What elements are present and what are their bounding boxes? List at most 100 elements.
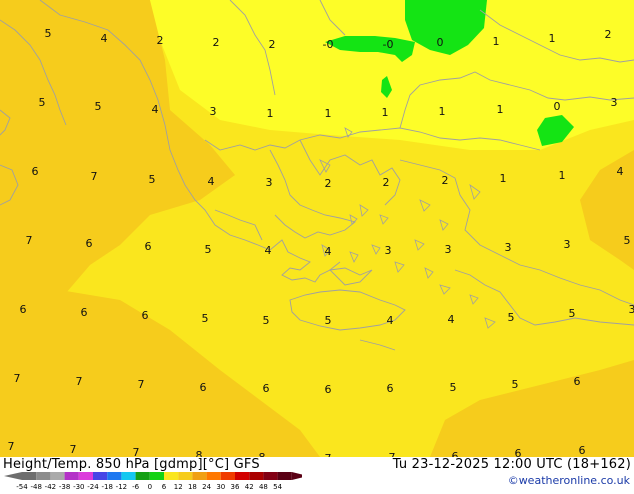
temperature-label: 7 xyxy=(14,372,21,385)
scale-tick-label: 48 xyxy=(259,483,268,490)
scale-swatch xyxy=(136,472,150,480)
map-title: Height/Temp. 850 hPa [gdmp][°C] GFS xyxy=(3,457,260,472)
temperature-label: 6 xyxy=(32,165,39,178)
temperature-label: 6 xyxy=(81,306,88,319)
scale-swatch xyxy=(249,472,263,480)
temperature-label: 6 xyxy=(145,240,152,253)
temperature-label: 2 xyxy=(325,177,332,190)
scale-swatch xyxy=(278,472,292,480)
temperature-label: 5 xyxy=(149,173,156,186)
temperature-label: 3 xyxy=(629,303,634,316)
temperature-label: 2 xyxy=(605,28,612,41)
temperature-label: 8 xyxy=(196,449,203,457)
temperature-label: 0 xyxy=(437,36,444,49)
temperature-label: 7 xyxy=(26,234,33,247)
scale-tick-label: 30 xyxy=(216,483,225,490)
temperature-label: 4 xyxy=(152,103,159,116)
scale-tick-label: -18 xyxy=(101,483,112,490)
scale-swatch xyxy=(121,472,135,480)
credit-link[interactable]: ©weatheronline.co.uk xyxy=(508,474,630,487)
temperature-label: 5 xyxy=(202,312,209,325)
color-scale-legend: -54-48-42-38-30-24-18-12-606121824303642… xyxy=(2,472,302,490)
scale-tick-label: -48 xyxy=(30,483,41,490)
scale-tick-label: 6 xyxy=(162,483,167,490)
scale-tick-label: 24 xyxy=(202,483,211,490)
temperature-label: 3 xyxy=(385,244,392,257)
temperature-label: -0 xyxy=(383,38,394,51)
temperature-label: 7 xyxy=(76,375,83,388)
scale-swatch xyxy=(235,472,249,480)
temperature-label: 7 xyxy=(91,170,98,183)
temperature-label: 1 xyxy=(493,35,500,48)
temperature-label: 4 xyxy=(265,244,272,257)
temperature-label: 5 xyxy=(95,100,102,113)
temperature-label: 6 xyxy=(515,447,522,457)
scale-tick-label: -6 xyxy=(132,483,140,490)
temperature-label: 3 xyxy=(611,96,618,109)
scale-swatch xyxy=(22,472,36,480)
temperature-label: 4 xyxy=(208,175,215,188)
scale-swatch xyxy=(263,472,277,480)
scale-tick-label: -30 xyxy=(73,483,84,490)
scale-tick-label: -38 xyxy=(59,483,70,490)
scale-tick-label: 0 xyxy=(148,483,152,490)
scale-tick-label: 54 xyxy=(273,483,282,490)
temperature-label: 5 xyxy=(39,96,46,109)
scale-arrow-right xyxy=(292,472,302,480)
temperature-label: 6 xyxy=(20,303,27,316)
scale-swatch xyxy=(50,472,64,480)
scale-tick-label: 18 xyxy=(188,483,197,490)
temperature-label: 4 xyxy=(387,314,394,327)
scale-swatch xyxy=(164,472,178,480)
temperature-label: 6 xyxy=(263,382,270,395)
temperature-label: 7 xyxy=(8,440,15,453)
scale-swatch xyxy=(93,472,107,480)
temperature-label: 1 xyxy=(559,169,566,182)
temperature-label: 4 xyxy=(325,245,332,258)
temperature-label: 5 xyxy=(624,234,631,247)
temperature-label: 0 xyxy=(554,100,561,113)
temperature-label: 2 xyxy=(213,36,220,49)
scale-tick-label: -12 xyxy=(116,483,127,490)
weather-map: 54222-0-00112554311111036754322211476654… xyxy=(0,0,634,457)
temperature-label: 3 xyxy=(266,176,273,189)
temperature-label: 5 xyxy=(450,381,457,394)
scale-swatch xyxy=(150,472,164,480)
scale-swatch xyxy=(79,472,93,480)
scale-arrow-left xyxy=(4,472,22,480)
temperature-label: 7 xyxy=(70,443,77,456)
temperature-label: 3 xyxy=(564,238,571,251)
scale-swatch xyxy=(107,472,121,480)
scale-tick-label: 36 xyxy=(231,483,240,490)
temperature-label: 2 xyxy=(442,174,449,187)
temperature-label: 6 xyxy=(142,309,149,322)
temperature-label: 6 xyxy=(86,237,93,250)
temperature-label: 5 xyxy=(263,314,270,327)
temperature-label: 6 xyxy=(574,375,581,388)
scale-swatch xyxy=(178,472,192,480)
valid-datetime: Tu 23-12-2025 12:00 UTC (18+162) xyxy=(393,457,631,472)
scale-tick-label: -42 xyxy=(45,483,56,490)
scale-swatch xyxy=(65,472,79,480)
temperature-label: 4 xyxy=(101,32,108,45)
temperature-label: 7 xyxy=(138,378,145,391)
temperature-label: 5 xyxy=(569,307,576,320)
temperature-label: 3 xyxy=(445,243,452,256)
temperature-label: 2 xyxy=(157,34,164,47)
temperature-label: 1 xyxy=(382,106,389,119)
scale-tick-label: 42 xyxy=(245,483,254,490)
temperature-label: 4 xyxy=(617,165,624,178)
temperature-label: 7 xyxy=(133,446,140,457)
temperature-label: 1 xyxy=(497,103,504,116)
scale-swatch xyxy=(192,472,206,480)
temperature-label: 6 xyxy=(579,444,586,457)
temperature-label: 6 xyxy=(452,450,459,457)
temperature-label: 1 xyxy=(549,32,556,45)
temperature-label: 5 xyxy=(325,314,332,327)
temperature-label: 5 xyxy=(45,27,52,40)
map-footer: Height/Temp. 850 hPa [gdmp][°C] GFS Tu 2… xyxy=(0,457,634,490)
temperature-label: 6 xyxy=(200,381,207,394)
temperature-label: 2 xyxy=(269,38,276,51)
scale-tick-label: 12 xyxy=(174,483,183,490)
temperature-label: 1 xyxy=(500,172,507,185)
